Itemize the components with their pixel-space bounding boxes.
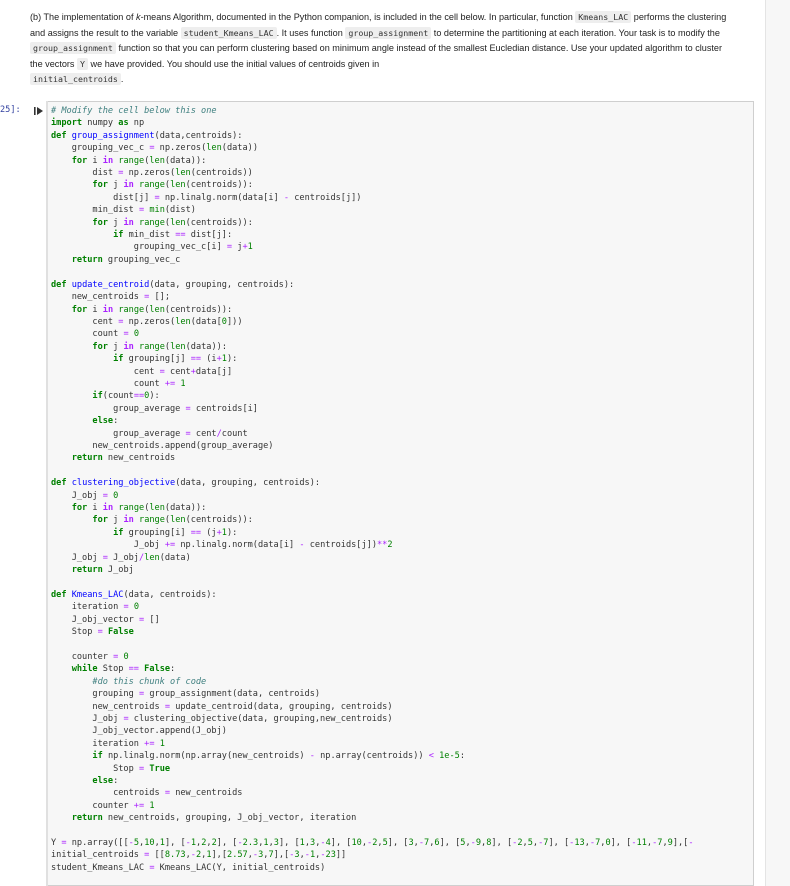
code-line: def update_centroid(data, grouping, cent… bbox=[51, 279, 295, 290]
code-line: centroids = new_centroids bbox=[51, 788, 243, 799]
right-scrollbar[interactable] bbox=[765, 0, 790, 886]
code-line: J_obj_vector.append(J_obj) bbox=[51, 726, 227, 737]
code-line: cent = np.zeros(len(data[0])) bbox=[51, 316, 243, 327]
code-line: def group_assignment(data,centroids): bbox=[51, 130, 243, 141]
cell-left-edge bbox=[46, 101, 48, 886]
code-line: def clustering_objective(data, grouping,… bbox=[51, 478, 321, 489]
code-line: else: bbox=[92, 775, 119, 786]
code-group-assignment: group_assignment bbox=[345, 26, 432, 39]
code-kmeans-lac: Kmeans_LAC bbox=[575, 11, 632, 23]
code-line: group_average = cent/count bbox=[51, 428, 248, 439]
code-line: grouping_vec_c[i] = j+1 bbox=[51, 242, 253, 253]
code-line: J_obj += np.linalg.norm(data[i] - centro… bbox=[51, 540, 393, 551]
code-line: counter = 0 bbox=[51, 651, 129, 662]
code-line: return new_centroids bbox=[71, 453, 176, 464]
code-group-assignment-2: group_assignment bbox=[30, 42, 116, 55]
code-line: count += 1 bbox=[51, 378, 186, 389]
code-line: iteration += 1 bbox=[51, 738, 165, 749]
md-text: The implementation of bbox=[43, 12, 137, 22]
code-line: if np.linalg.norm(np.array(new_centroids… bbox=[92, 751, 466, 762]
code-line: if min_dist == dist[j]: bbox=[113, 230, 233, 241]
code-line: for i in range(len(data)): bbox=[71, 155, 207, 166]
code-line: dist = np.zeros(len(centroids)) bbox=[51, 168, 253, 179]
code-line: iteration = 0 bbox=[51, 602, 139, 613]
code-line: if(count==0): bbox=[92, 391, 160, 402]
code-line: return J_obj bbox=[71, 565, 134, 576]
code-line: student_Kmeans_LAC = Kmeans_LAC(Y, initi… bbox=[51, 862, 326, 873]
code-line: Stop = False bbox=[51, 627, 134, 638]
code-line: count = 0 bbox=[51, 329, 139, 340]
cell-prompt: 25]: bbox=[0, 105, 21, 115]
code-line: Stop = True bbox=[51, 763, 171, 774]
code-line: import numpy as np bbox=[51, 118, 145, 129]
code-line: for i in range(len(data)): bbox=[71, 503, 207, 513]
code-line: J_obj = J_obj/len(data) bbox=[51, 552, 191, 563]
code-editor[interactable]: # Modify the cell below this one import … bbox=[47, 102, 753, 874]
code-line: new_centroids = []; bbox=[51, 292, 171, 303]
code-line: new_centroids.append(group_average) bbox=[51, 440, 274, 451]
code-line: for j in range(len(data)): bbox=[92, 341, 228, 352]
code-line: J_obj = clustering_objective(data, group… bbox=[51, 713, 393, 724]
code-cell[interactable]: # Modify the cell below this one import … bbox=[46, 101, 754, 886]
code-line: if grouping[i] == (j+1): bbox=[113, 527, 238, 538]
code-line: for j in range(len(centroids)): bbox=[92, 180, 253, 191]
code-line: grouping_vec_c = np.zeros(len(data)) bbox=[51, 143, 258, 154]
code-line: #do this chunk of code bbox=[92, 676, 207, 687]
code-line: J_obj = 0 bbox=[51, 490, 119, 501]
code-line: while Stop == False: bbox=[71, 664, 176, 675]
code-line: grouping = group_assignment(data, centro… bbox=[51, 689, 321, 700]
code-student-kmeans: student_Kmeans_LAC bbox=[180, 26, 277, 39]
code-line: def Kmeans_LAC(data, centroids): bbox=[51, 589, 217, 600]
part-label: (b) bbox=[30, 12, 42, 22]
code-line: return new_centroids, grouping, J_obj_ve… bbox=[71, 813, 357, 824]
code-line: else: bbox=[92, 416, 119, 427]
code-line: counter += 1 bbox=[51, 800, 155, 811]
code-line: cent = cent+data[j] bbox=[51, 366, 233, 377]
code-line: for j in range(len(centroids)): bbox=[92, 515, 253, 526]
code-line: initial_centroids = [[8.73,-2,1],[2.57,-… bbox=[51, 850, 347, 861]
code-line: for i in range(len(centroids)): bbox=[71, 304, 233, 315]
code-line: dist[j] = np.linalg.norm(data[i] - centr… bbox=[51, 192, 362, 203]
code-line: J_obj_vector = [] bbox=[51, 614, 160, 625]
code-line: group_average = centroids[i] bbox=[51, 403, 258, 414]
skip-to-cursor-icon[interactable] bbox=[34, 106, 44, 116]
code-line: Y = np.array([[-5,10,1], [-1,2,2], [-2.3… bbox=[51, 837, 694, 848]
code-line: min_dist = min(dist) bbox=[51, 205, 196, 216]
code-line: # Modify the cell below this one bbox=[51, 106, 217, 116]
code-y: Y bbox=[77, 57, 89, 70]
code-initial-centroids: initial_centroids bbox=[30, 73, 121, 86]
code-line: for j in range(len(centroids)): bbox=[92, 217, 253, 228]
markdown-cell: (b) The implementation of k-means Algori… bbox=[30, 11, 727, 86]
code-line: new_centroids = update_centroid(data, gr… bbox=[51, 701, 393, 712]
code-line: if grouping[j] == (i+1): bbox=[113, 354, 238, 365]
code-line: return grouping_vec_c bbox=[71, 254, 181, 265]
